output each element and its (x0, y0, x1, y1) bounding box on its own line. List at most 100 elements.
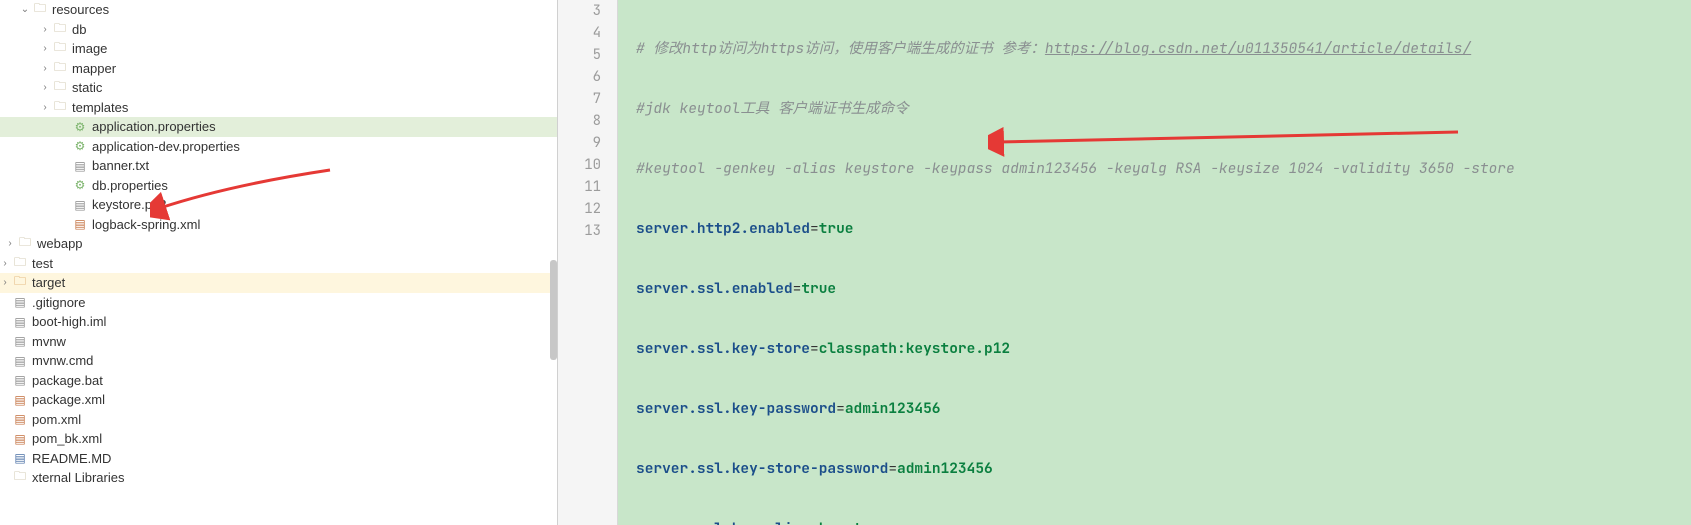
line-number: 6 (558, 66, 617, 88)
code-line: server.ssl.key-store=classpath:keystore.… (636, 338, 1691, 360)
file-icon: ▤ (12, 353, 28, 369)
line-number: 7 (558, 88, 617, 110)
tree-item-label: mvnw.cmd (32, 353, 93, 368)
line-number: 3 (558, 0, 617, 22)
xml-icon: ▤ (12, 431, 28, 447)
editor-content[interactable]: # 修改http访问为https访问，使用客户端生成的证书 参考：https:/… (618, 0, 1691, 525)
txt-icon: ▤ (72, 158, 88, 174)
tree-item-label: image (72, 41, 107, 56)
tree-item-label: pom_bk.xml (32, 431, 102, 446)
code-line: #jdk keytool工具 客户端证书生成命令 (636, 98, 1691, 120)
tree-expand-arrow[interactable] (40, 82, 50, 93)
tree-item-label: db (72, 22, 86, 37)
tree-row[interactable]: ▤boot-high.iml (0, 312, 557, 332)
tree-row[interactable]: ▤ mvnw (0, 332, 557, 352)
tree-item-label: mapper (72, 61, 116, 76)
xml-icon: ▤ (12, 411, 28, 427)
tree-scrollbar[interactable] (550, 260, 557, 360)
folder-icon: 🗀 (17, 236, 33, 252)
tree-item-label: static (72, 80, 102, 95)
file-icon: ▤ (12, 372, 28, 388)
code-line: #keytool -genkey -alias keystore -keypas… (636, 158, 1691, 180)
folder-icon: 🗀 (32, 2, 48, 18)
tree-row[interactable]: 🗀 resources (0, 0, 557, 20)
tree-expand-arrow[interactable] (5, 238, 15, 249)
xml-icon: ▤ (72, 216, 88, 232)
tree-row[interactable]: ▤ banner.txt (0, 156, 557, 176)
folder-icon: 🗀 (52, 99, 68, 115)
tree-row[interactable]: 🗀 static (0, 78, 557, 98)
tree-row[interactable]: ▤ package.bat (0, 371, 557, 391)
tree-item-label: webapp (37, 236, 83, 251)
tree-row[interactable]: ▤ pom_bk.xml (0, 429, 557, 449)
tree-item-label: test (32, 256, 53, 271)
tree-item-label: xternal Libraries (32, 470, 125, 485)
tree-row[interactable]: ▤ package.xml (0, 390, 557, 410)
md-icon: ▤ (12, 450, 28, 466)
line-number: 13 (558, 220, 617, 242)
tree-item-label: package.bat (32, 373, 103, 388)
tree-row[interactable]: ▤.gitignore (0, 293, 557, 313)
prop-icon: ⚙ (72, 138, 88, 154)
code-line: server.ssl.key-password=admin123456 (636, 398, 1691, 420)
tree-item-label: pom.xml (32, 412, 81, 427)
tree-row[interactable]: 🗀 templates (0, 98, 557, 118)
tree-row[interactable]: ▤logback-spring.xml (0, 215, 557, 235)
tree-row[interactable]: 🗀target (0, 273, 557, 293)
tree-row[interactable]: ⚙db.properties (0, 176, 557, 196)
folder-icon: 🗀 (52, 60, 68, 76)
file-icon: ▤ (12, 314, 28, 330)
tree-row[interactable]: 🗀 mapper (0, 59, 557, 79)
code-line: server.ssl.key-alias=keystore (636, 518, 1691, 525)
prop-icon: ⚙ (72, 177, 88, 193)
line-number: 12 (558, 198, 617, 220)
tree-expand-arrow[interactable] (40, 43, 50, 54)
tree-expand-arrow[interactable] (40, 24, 50, 35)
tree-item-label: banner.txt (92, 158, 149, 173)
tree-expand-arrow[interactable] (20, 4, 30, 15)
tree-item-label: README.MD (32, 451, 111, 466)
code-line: server.ssl.enabled=true (636, 278, 1691, 300)
tree-expand-arrow[interactable] (0, 258, 10, 269)
tree-row[interactable]: ⚙application-dev.properties (0, 137, 557, 157)
project-tree[interactable]: 🗀resources🗀db🗀image🗀mapper🗀static🗀templa… (0, 0, 558, 525)
tree-item-label: mvnw (32, 334, 66, 349)
tree-row[interactable]: 🗀 db (0, 20, 557, 40)
target-icon: 🗀 (12, 275, 28, 291)
file-icon: ▤ (72, 197, 88, 213)
tree-item-label: application.properties (92, 119, 216, 134)
tree-row[interactable]: ▤ mvnw.cmd (0, 351, 557, 371)
line-number: 8 (558, 110, 617, 132)
folder-icon: 🗀 (12, 470, 28, 486)
file-icon: ▤ (12, 333, 28, 349)
tree-row[interactable]: ▤ README.MD (0, 449, 557, 469)
tree-row[interactable]: 🗀image (0, 39, 557, 59)
code-editor[interactable]: 3 4 5 6 7 8 9 10 11 12 13 # 修改http访问为htt… (558, 0, 1691, 525)
tree-row[interactable]: ⚙ application.properties (0, 117, 557, 137)
tree-expand-arrow[interactable] (40, 102, 50, 113)
line-number: 11 (558, 176, 617, 198)
tree-expand-arrow[interactable] (0, 277, 10, 288)
tree-row[interactable]: 🗀 test (0, 254, 557, 274)
line-number: 5 (558, 44, 617, 66)
tree-row[interactable]: ▤ pom.xml (0, 410, 557, 430)
prop-icon: ⚙ (72, 119, 88, 135)
line-number: 9 (558, 132, 617, 154)
tree-item-label: package.xml (32, 392, 105, 407)
code-line: # 修改http访问为https访问，使用客户端生成的证书 参考：https:/… (636, 38, 1691, 60)
tree-item-label: resources (52, 2, 109, 17)
folder-icon: 🗀 (52, 21, 68, 37)
editor-gutter: 3 4 5 6 7 8 9 10 11 12 13 (558, 0, 618, 525)
xml-icon: ▤ (12, 392, 28, 408)
tree-item-label: keystore.p12 (92, 197, 166, 212)
line-number: 10 (558, 154, 617, 176)
code-line: server.http2.enabled=true (636, 218, 1691, 240)
tree-expand-arrow[interactable] (40, 63, 50, 74)
tree-row[interactable]: 🗀 xternal Libraries (0, 468, 557, 488)
tree-item-label: templates (72, 100, 128, 115)
folder-icon: 🗀 (12, 255, 28, 271)
tree-item-label: .gitignore (32, 295, 85, 310)
tree-row[interactable]: ▤ keystore.p12 (0, 195, 557, 215)
tree-row[interactable]: 🗀 webapp (0, 234, 557, 254)
folder-icon: 🗀 (52, 80, 68, 96)
